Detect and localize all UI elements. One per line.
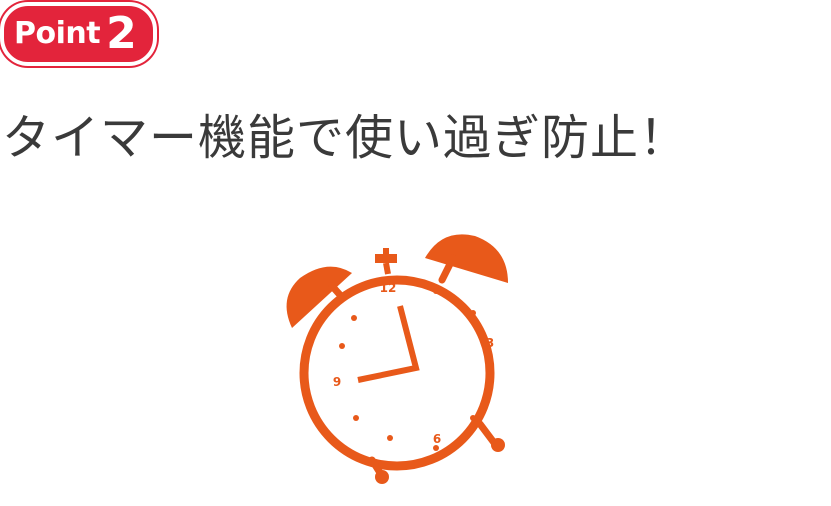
right-bell bbox=[425, 234, 508, 283]
page-title: タイマー機能で使い過ぎ防止！ bbox=[2, 110, 689, 166]
numeral-6: 6 bbox=[433, 432, 441, 446]
numeral-3: 3 bbox=[486, 336, 494, 350]
point-badge: Point 2 bbox=[0, 2, 157, 66]
alarm-clock-icon: 12 3 6 9 bbox=[286, 234, 508, 484]
point-badge-pill: Point 2 bbox=[0, 2, 157, 66]
numeral-9: 9 bbox=[333, 375, 341, 389]
point-badge-number: 2 bbox=[106, 8, 137, 59]
numeral-12: 12 bbox=[380, 281, 397, 295]
point-badge-label: Point bbox=[14, 16, 101, 51]
